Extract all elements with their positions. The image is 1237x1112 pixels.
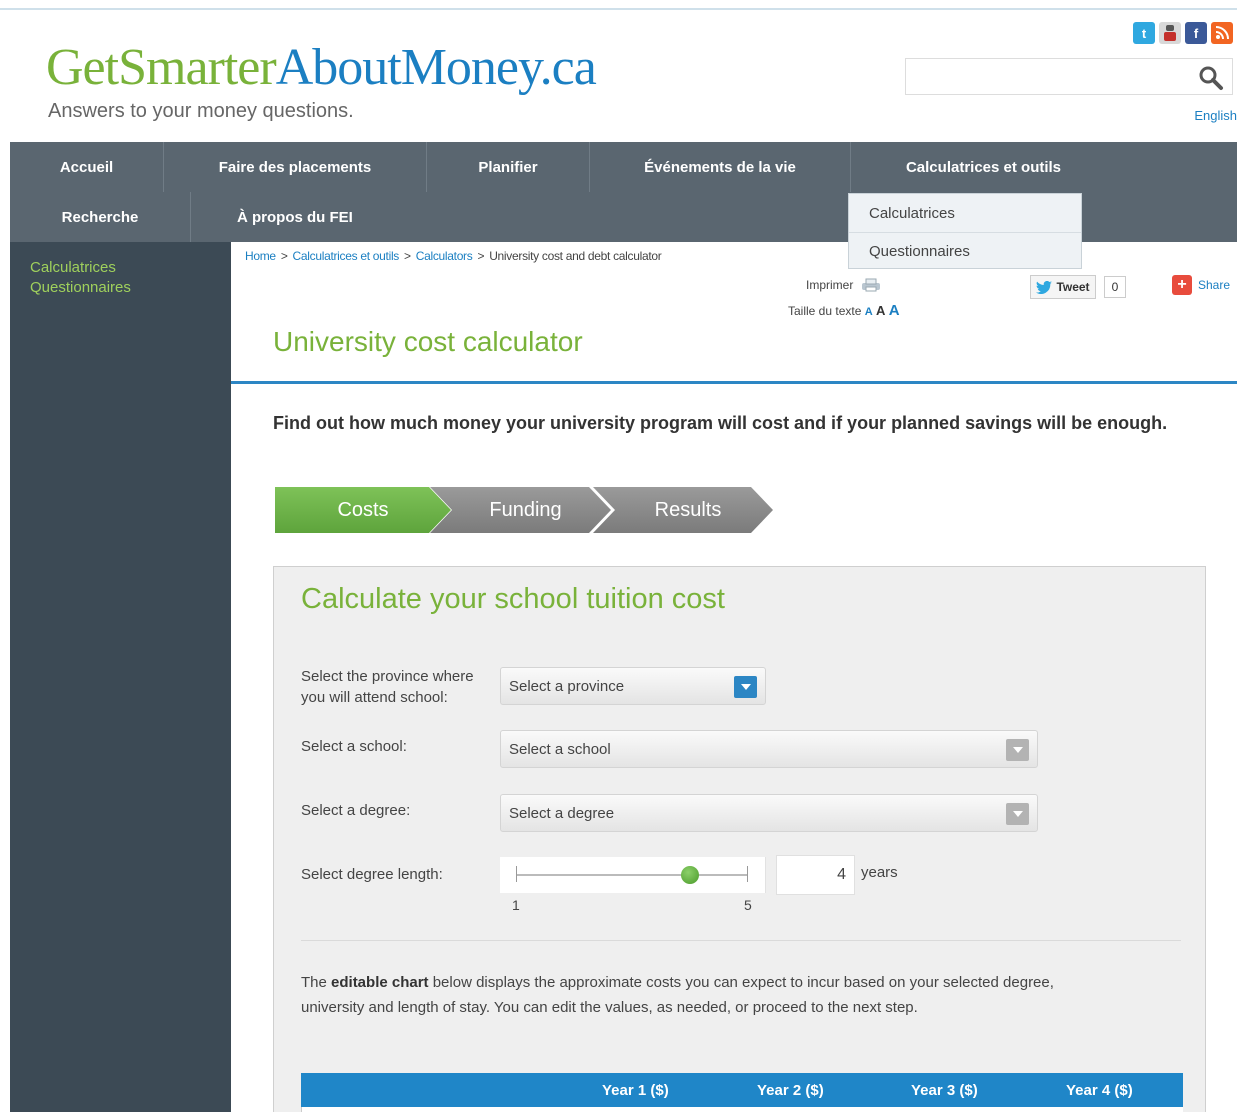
province-label: Select the province where you will atten…	[301, 668, 474, 706]
degree-select-value: Select a degree	[509, 804, 615, 822]
step-costs[interactable]: Costs	[275, 487, 451, 533]
site-logo[interactable]: GetSmarterAboutMoney.ca	[46, 39, 597, 96]
chevron-down-icon	[734, 676, 757, 698]
left-gutter	[0, 10, 10, 1112]
panel-divider	[301, 940, 1181, 941]
text-size-control: Taille du texte A A A	[788, 302, 900, 319]
table-header-year3: Year 3 ($)	[911, 1081, 978, 1099]
text-size-label: Taille du texte	[788, 304, 862, 318]
breadcrumb-separator: >	[477, 249, 485, 263]
degree-length-slider[interactable]	[500, 857, 766, 893]
twitter-icon[interactable]: t	[1133, 22, 1155, 44]
share-label: Share	[1198, 278, 1231, 292]
site-header: GetSmarterAboutMoney.ca Answers to your …	[10, 12, 1237, 142]
table-header-year2: Year 2 ($)	[757, 1081, 824, 1099]
breadcrumb-current: University cost and debt calculator	[489, 249, 662, 263]
slider-tick-max	[747, 866, 748, 882]
step-results[interactable]: Results	[593, 487, 773, 533]
tweet-label: Tweet	[1056, 280, 1090, 294]
dropdown-item-questionnaires[interactable]: Questionnaires	[849, 232, 1081, 270]
logo-part-blue: AboutMoney.ca	[275, 39, 597, 96]
nav-item-calculatrices[interactable]: Calculatrices et outils	[851, 142, 1116, 192]
site-tagline: Answers to your money questions.	[48, 100, 354, 122]
rss-icon[interactable]	[1211, 22, 1233, 44]
social-links: t f	[1133, 22, 1233, 44]
share-plus-icon: +	[1172, 275, 1192, 295]
chevron-down-icon	[1006, 739, 1029, 761]
page-title: University cost calculator	[273, 326, 583, 357]
facebook-icon[interactable]: f	[1185, 22, 1207, 44]
nav-dropdown: Calculatrices Questionnaires	[848, 193, 1082, 269]
search-input[interactable]	[905, 58, 1233, 95]
sidebar-item-calculatrices[interactable]: Calculatrices	[30, 258, 231, 278]
breadcrumb-separator: >	[404, 249, 411, 263]
slider-min-label: 1	[512, 897, 520, 913]
breadcrumb-separator: >	[280, 249, 288, 263]
table-header-year1: Year 1 ($)	[602, 1081, 669, 1099]
youtube-icon[interactable]	[1159, 22, 1181, 44]
nav-item-placements[interactable]: Faire des placements	[164, 142, 427, 192]
tweet-count: 0	[1104, 276, 1126, 298]
nav-item-recherche[interactable]: Recherche	[10, 192, 191, 242]
school-label: Select a school:	[301, 738, 407, 755]
sidebar: Calculatrices Questionnaires	[10, 242, 231, 1112]
text-size-medium[interactable]: A	[876, 303, 885, 318]
province-select-value: Select a province	[509, 677, 625, 695]
cost-table-header: Year 1 ($) Year 2 ($) Year 3 ($) Year 4 …	[301, 1073, 1183, 1112]
school-select-value: Select a school	[509, 740, 611, 758]
text-size-large[interactable]: A	[889, 302, 900, 319]
intro-text: Find out how much money your university …	[273, 413, 1168, 433]
slider-track	[516, 874, 748, 876]
top-border	[0, 0, 1237, 10]
breadcrumb-calculatrices[interactable]: Calculatrices et outils	[293, 249, 400, 263]
tweet-button[interactable]: Tweet	[1030, 275, 1096, 299]
step-progress: Costs Funding Results	[275, 487, 775, 533]
table-header-year4: Year 4 ($)	[1066, 1081, 1133, 1099]
chart-description: The editable chart below displays the ap…	[301, 970, 1091, 1020]
search-icon[interactable]	[1198, 65, 1224, 91]
sidebar-item-questionnaires[interactable]: Questionnaires	[30, 278, 231, 298]
calculator-panel: Calculate your school tuition cost Selec…	[273, 566, 1206, 1112]
text-size-small[interactable]: A	[865, 306, 873, 318]
chevron-down-icon	[1006, 803, 1029, 825]
breadcrumb-home[interactable]: Home	[245, 249, 276, 263]
degree-select[interactable]: Select a degree	[500, 794, 1038, 832]
language-link[interactable]: English	[1194, 108, 1237, 123]
logo-part-green: GetSmarter	[46, 39, 277, 96]
slider-tick-min	[516, 866, 517, 882]
printer-icon	[862, 278, 881, 292]
table-row	[301, 1107, 1183, 1112]
calculator-title: Calculate your school tuition cost	[301, 583, 725, 615]
desc-bold: editable chart	[331, 974, 429, 991]
dropdown-item-calculatrices[interactable]: Calculatrices	[849, 194, 1081, 232]
nav-item-a-propos[interactable]: À propos du FEI	[191, 192, 389, 242]
nav-item-planifier[interactable]: Planifier	[427, 142, 590, 192]
degree-label: Select a degree:	[301, 802, 411, 819]
years-input[interactable]: 4	[776, 855, 855, 895]
nav-item-evenements[interactable]: Événements de la vie	[590, 142, 851, 192]
print-link[interactable]: Imprimer	[806, 278, 881, 292]
step-funding[interactable]: Funding	[430, 487, 611, 533]
share-button[interactable]: + Share	[1172, 275, 1230, 295]
province-select[interactable]: Select a province	[500, 667, 766, 705]
years-unit: years	[861, 864, 898, 881]
title-divider	[231, 381, 1237, 384]
twitter-bird-icon	[1036, 280, 1053, 294]
breadcrumb: Home > Calculatrices et outils > Calculators…	[245, 249, 662, 263]
length-label: Select degree length:	[301, 866, 443, 883]
slider-max-label: 5	[744, 897, 752, 913]
nav-item-accueil[interactable]: Accueil	[10, 142, 164, 192]
desc-pre: The	[301, 974, 332, 991]
slider-handle[interactable]	[681, 866, 699, 884]
school-select[interactable]: Select a school	[500, 730, 1038, 768]
print-label: Imprimer	[806, 278, 854, 292]
breadcrumb-calculators[interactable]: Calculators	[416, 249, 473, 263]
